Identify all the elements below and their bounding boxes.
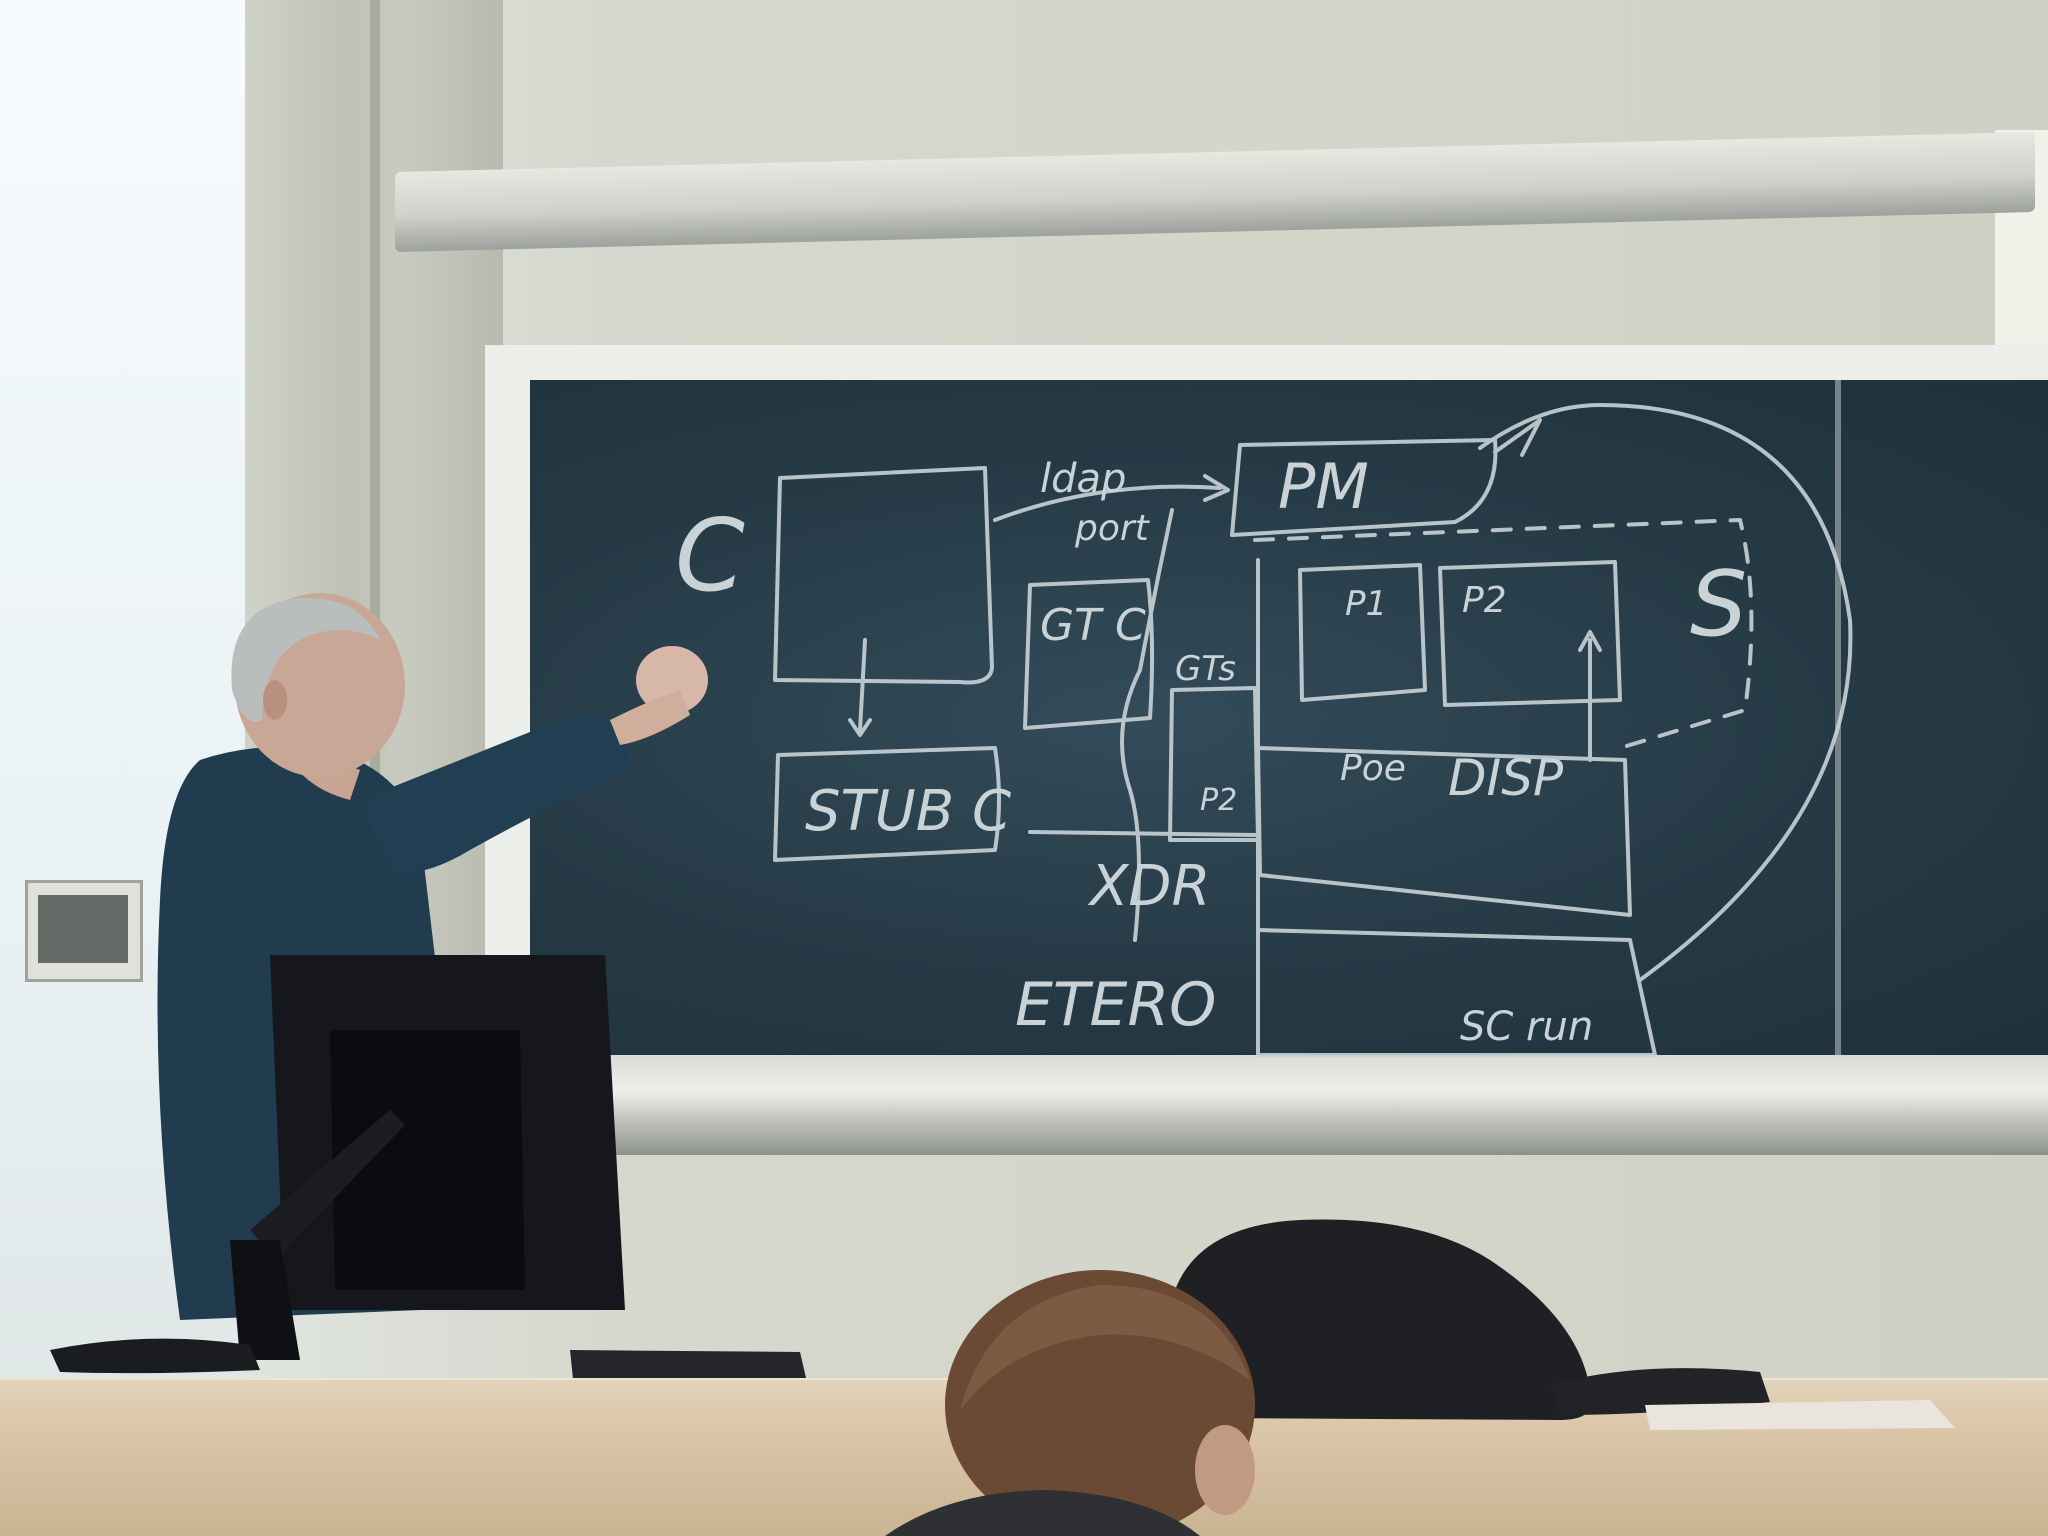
lecture-photo: C PM ldap port GT C GTs STUB C P1 P2 P2 … <box>0 0 2048 1536</box>
student-head-icon <box>885 1270 1255 1536</box>
